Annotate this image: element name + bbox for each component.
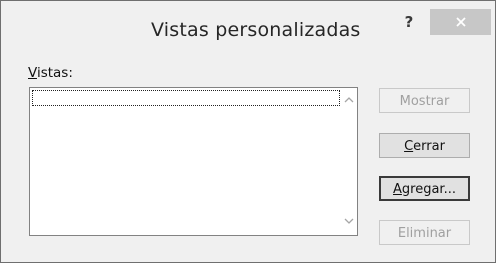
- listbox-scrollbar[interactable]: [341, 88, 357, 235]
- views-label: Vistas:: [28, 65, 73, 81]
- help-icon: ?: [404, 13, 414, 31]
- help-button[interactable]: ?: [394, 11, 424, 35]
- custom-views-dialog: Vistas personalizadas ? Vistas: Mostrar …: [0, 0, 496, 263]
- scroll-up-arrow-icon[interactable]: [343, 94, 355, 106]
- delete-button[interactable]: Eliminar: [379, 220, 470, 245]
- close-icon: [455, 17, 466, 27]
- show-button[interactable]: Mostrar: [379, 88, 470, 113]
- views-listbox[interactable]: [29, 87, 358, 236]
- views-label-text: istas:: [36, 65, 73, 81]
- show-button-label: Mostrar: [399, 94, 450, 109]
- list-item[interactable]: [32, 90, 340, 106]
- close-button[interactable]: Cerrar: [379, 133, 470, 158]
- views-label-accelerator: V: [28, 65, 37, 81]
- close-button-label: errar: [413, 139, 445, 154]
- delete-button-label: Eliminar: [397, 226, 452, 241]
- scroll-down-arrow-icon[interactable]: [343, 215, 355, 227]
- add-button[interactable]: Agregar...: [379, 176, 470, 201]
- add-button-accelerator: A: [393, 182, 402, 197]
- title-bar[interactable]: Vistas personalizadas ?: [1, 1, 495, 41]
- close-window-button[interactable]: [430, 9, 491, 35]
- add-button-label: gregar...: [401, 182, 456, 197]
- dialog-title: Vistas personalizadas: [151, 19, 361, 41]
- close-button-accelerator: C: [404, 139, 414, 154]
